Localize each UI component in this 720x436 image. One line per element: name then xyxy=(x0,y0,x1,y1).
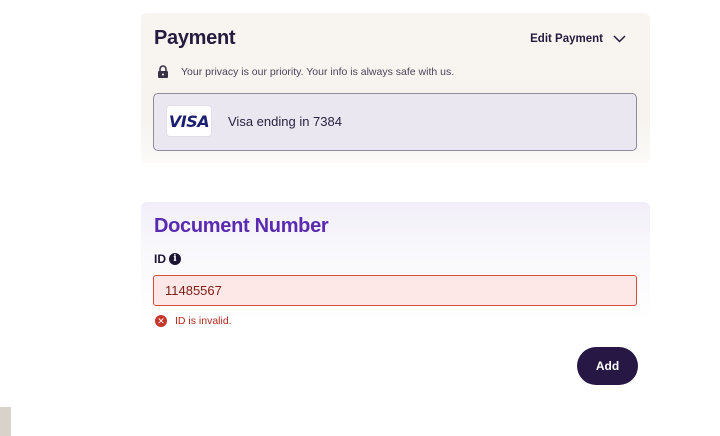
id-error-message: ✕ ID is invalid. xyxy=(155,315,232,327)
corner-fragment xyxy=(0,407,11,436)
error-text: ID is invalid. xyxy=(175,315,232,327)
saved-card[interactable]: VISA Visa ending in 7384 xyxy=(153,93,637,151)
visa-logo-icon: VISA xyxy=(167,106,211,136)
edit-payment-label: Edit Payment xyxy=(530,33,603,45)
add-button[interactable]: Add xyxy=(577,347,638,385)
privacy-notice: Your privacy is our priority. Your info … xyxy=(157,65,454,78)
id-input[interactable] xyxy=(153,275,637,306)
lock-icon xyxy=(158,65,168,78)
document-number-section: Document Number ID i xyxy=(141,202,650,320)
payment-section: Payment Edit Payment Your privacy is our… xyxy=(141,13,650,163)
privacy-text: Your privacy is our priority. Your info … xyxy=(181,65,455,78)
id-field-label: ID i xyxy=(154,252,181,266)
payment-title: Payment xyxy=(154,27,236,49)
info-icon[interactable]: i xyxy=(169,253,181,265)
card-description: Visa ending in 7384 xyxy=(228,114,342,129)
error-x-icon: ✕ xyxy=(155,315,167,327)
document-title: Document Number xyxy=(154,215,329,237)
edit-payment-button[interactable]: Edit Payment xyxy=(530,33,626,45)
id-label-text: ID xyxy=(154,252,166,266)
chevron-down-icon xyxy=(613,35,626,43)
